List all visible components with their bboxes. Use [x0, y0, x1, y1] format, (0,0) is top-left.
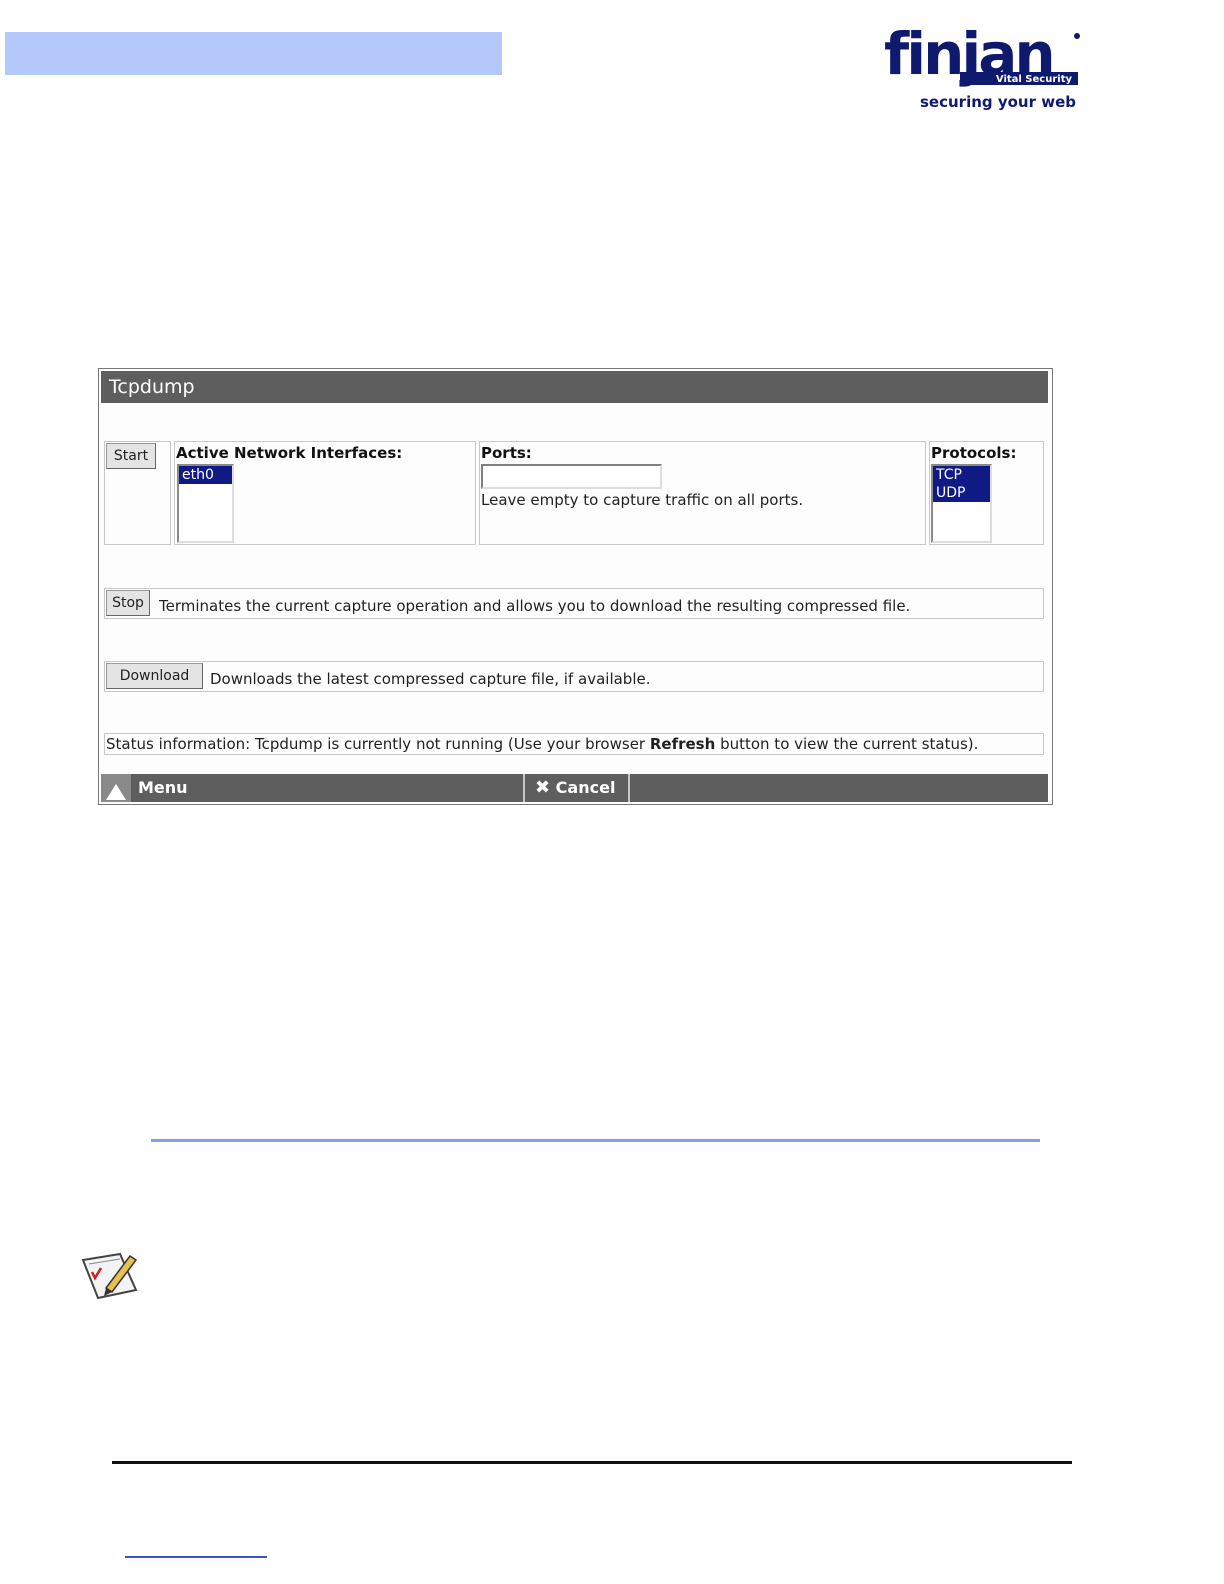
download-description: Downloads the latest compressed capture …: [210, 670, 651, 688]
triangle-up-icon: [106, 784, 126, 800]
status-information: Status information: Tcpdump is currently…: [106, 735, 978, 753]
start-button[interactable]: Start: [106, 443, 156, 469]
download-row: Download Downloads the latest compressed…: [104, 661, 1044, 692]
stop-description: Terminates the current capture operation…: [159, 597, 911, 615]
section-divider: [151, 1139, 1040, 1142]
ports-cell: Ports: Leave empty to capture traffic on…: [479, 441, 926, 545]
download-button[interactable]: Download: [106, 663, 203, 689]
panel-title: Tcpdump: [101, 371, 1048, 403]
toolbar-separator: [628, 774, 630, 802]
ports-hint: Leave empty to capture traffic on all po…: [481, 491, 804, 509]
status-row: Status information: Tcpdump is currently…: [104, 733, 1044, 755]
interfaces-listbox[interactable]: eth0: [177, 464, 234, 543]
footer-rule: [112, 1461, 1072, 1464]
protocols-label: Protocols:: [931, 444, 1017, 462]
cancel-label: Cancel: [555, 778, 616, 797]
protocol-option-udp[interactable]: UDP: [933, 484, 990, 502]
header-bar: [5, 32, 502, 75]
interfaces-label: Active Network Interfaces:: [176, 444, 403, 462]
finjan-logo: finjan Vital Security securing your web: [884, 22, 1080, 111]
menu-button[interactable]: Menu: [138, 774, 188, 802]
note-icon: [81, 1252, 138, 1300]
status-prefix: Status information: Tcpdump is currently…: [106, 735, 650, 753]
logo-tagline: securing your web: [920, 93, 1076, 111]
protocols-cell: Protocols: TCP UDP: [929, 441, 1044, 545]
ports-label: Ports:: [481, 444, 532, 462]
status-suffix: button to view the current status).: [715, 735, 979, 753]
tcpdump-panel: Tcpdump Start Active Network Interfaces:…: [98, 368, 1053, 805]
stop-button[interactable]: Stop: [106, 590, 150, 616]
cancel-button[interactable]: ✖ Cancel: [535, 774, 615, 802]
start-cell: Start: [104, 441, 171, 545]
interface-option-eth0[interactable]: eth0: [179, 466, 232, 484]
logo-product: Vital Security: [996, 74, 1073, 85]
menu-icon-box: [101, 774, 131, 802]
bottom-toolbar: Menu ✖ Cancel: [101, 774, 1048, 802]
stop-row: Stop Terminates the current capture oper…: [104, 588, 1044, 619]
ports-input[interactable]: [481, 464, 662, 489]
protocols-listbox[interactable]: TCP UDP: [931, 464, 992, 543]
footer-link-underline: [125, 1556, 267, 1558]
protocol-option-tcp[interactable]: TCP: [933, 466, 990, 484]
toolbar-separator: [523, 774, 525, 802]
close-icon: ✖: [535, 777, 551, 798]
interfaces-cell: Active Network Interfaces: eth0: [174, 441, 476, 545]
status-refresh-emphasis: Refresh: [649, 735, 716, 753]
